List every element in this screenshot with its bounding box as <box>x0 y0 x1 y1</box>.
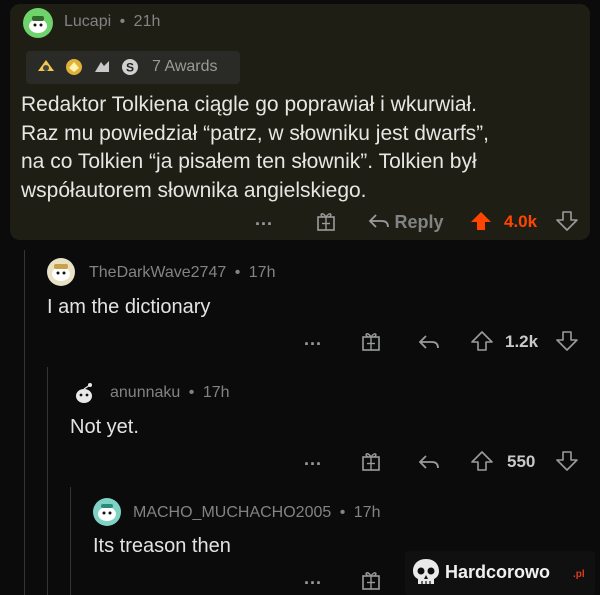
lucapi-avatar[interactable] <box>23 8 53 38</box>
award-icon <box>38 60 54 71</box>
reply-arrow-icon <box>368 214 389 228</box>
downvote-icon[interactable] <box>556 450 578 472</box>
post-body-line: Raz mu powiedział “patrz, w słowniku jes… <box>21 121 489 145</box>
snoo-avatar-icon <box>29 16 47 33</box>
comment-time: 17h <box>248 264 276 281</box>
post-time: 21h <box>133 13 161 30</box>
watermark-tld: .pl <box>573 569 585 580</box>
meta-separator: • <box>234 264 241 281</box>
comment-text: I am the dictionary <box>47 296 211 318</box>
snoo-avatar-icon <box>52 264 70 281</box>
post-author[interactable]: Lucapi <box>64 13 111 30</box>
upvote-icon[interactable] <box>471 450 493 472</box>
award-icon <box>66 59 82 75</box>
gift-icon[interactable] <box>360 569 382 591</box>
comment-author[interactable]: anunnaku <box>110 384 180 401</box>
thedarkwave-avatar[interactable] <box>47 258 75 286</box>
awards-count: 7 Awards <box>152 58 218 75</box>
comment-time: 17h <box>202 384 230 401</box>
macho-avatar[interactable] <box>93 498 121 526</box>
meta-separator: • <box>188 384 195 401</box>
post-body: Redaktor Tolkiena ciągle go poprawiał i … <box>21 91 581 205</box>
svg-text:S: S <box>126 61 134 75</box>
gift-icon[interactable] <box>315 210 337 232</box>
comment-author[interactable]: MACHO_MUCHACHO2005 <box>133 504 331 521</box>
meta-separator: • <box>119 13 126 30</box>
reply-button[interactable]: Reply <box>368 211 443 233</box>
upvote-icon[interactable] <box>471 330 493 352</box>
comment-score: 550 <box>507 452 536 471</box>
meta-separator: • <box>339 504 346 521</box>
award-icon: S <box>122 59 138 75</box>
comment-score: 1.2k <box>505 332 539 351</box>
watermark-brand: Hardcorowo <box>445 562 551 582</box>
more-options-button[interactable]: ... <box>255 209 273 230</box>
gift-icon[interactable] <box>360 450 382 472</box>
thread-line[interactable] <box>24 250 25 595</box>
gift-icon[interactable] <box>360 330 382 352</box>
post-body-line: współautorem słownika angielskiego. <box>21 178 367 202</box>
anunnaku-avatar[interactable] <box>70 378 98 406</box>
post-body-line: na co Tolkien “ja pisałem ten słownik”. … <box>21 150 477 173</box>
skull-icon <box>413 559 439 584</box>
post-body-line: Redaktor Tolkiena ciągle go poprawiał i … <box>21 93 478 116</box>
more-options-button[interactable]: ... <box>304 449 322 470</box>
reply-arrow-icon[interactable] <box>418 332 440 352</box>
thread-line[interactable] <box>47 367 48 595</box>
comment-text: Not yet. <box>70 416 139 438</box>
more-options-button[interactable]: ... <box>304 329 322 350</box>
award-icon <box>95 61 109 72</box>
downvote-icon[interactable] <box>556 330 578 352</box>
snoo-avatar-icon <box>76 383 92 403</box>
comment-text: Its treason then <box>93 535 231 557</box>
reply-label: Reply <box>394 212 444 232</box>
downvote-icon[interactable] <box>556 210 578 232</box>
comment-author[interactable]: TheDarkWave2747 <box>89 264 226 281</box>
post-score: 4.0k <box>504 212 538 231</box>
hardcorowo-watermark: Hardcorowo .pl <box>405 551 595 595</box>
snoo-avatar-icon <box>98 504 116 521</box>
reply-arrow-icon[interactable] <box>418 452 440 472</box>
upvote-icon[interactable] <box>470 210 492 232</box>
thread-line[interactable] <box>70 487 71 595</box>
comment-time: 17h <box>353 504 381 521</box>
awards-bar[interactable]: S 7 Awards <box>26 51 240 84</box>
more-options-button[interactable]: ... <box>304 568 322 589</box>
